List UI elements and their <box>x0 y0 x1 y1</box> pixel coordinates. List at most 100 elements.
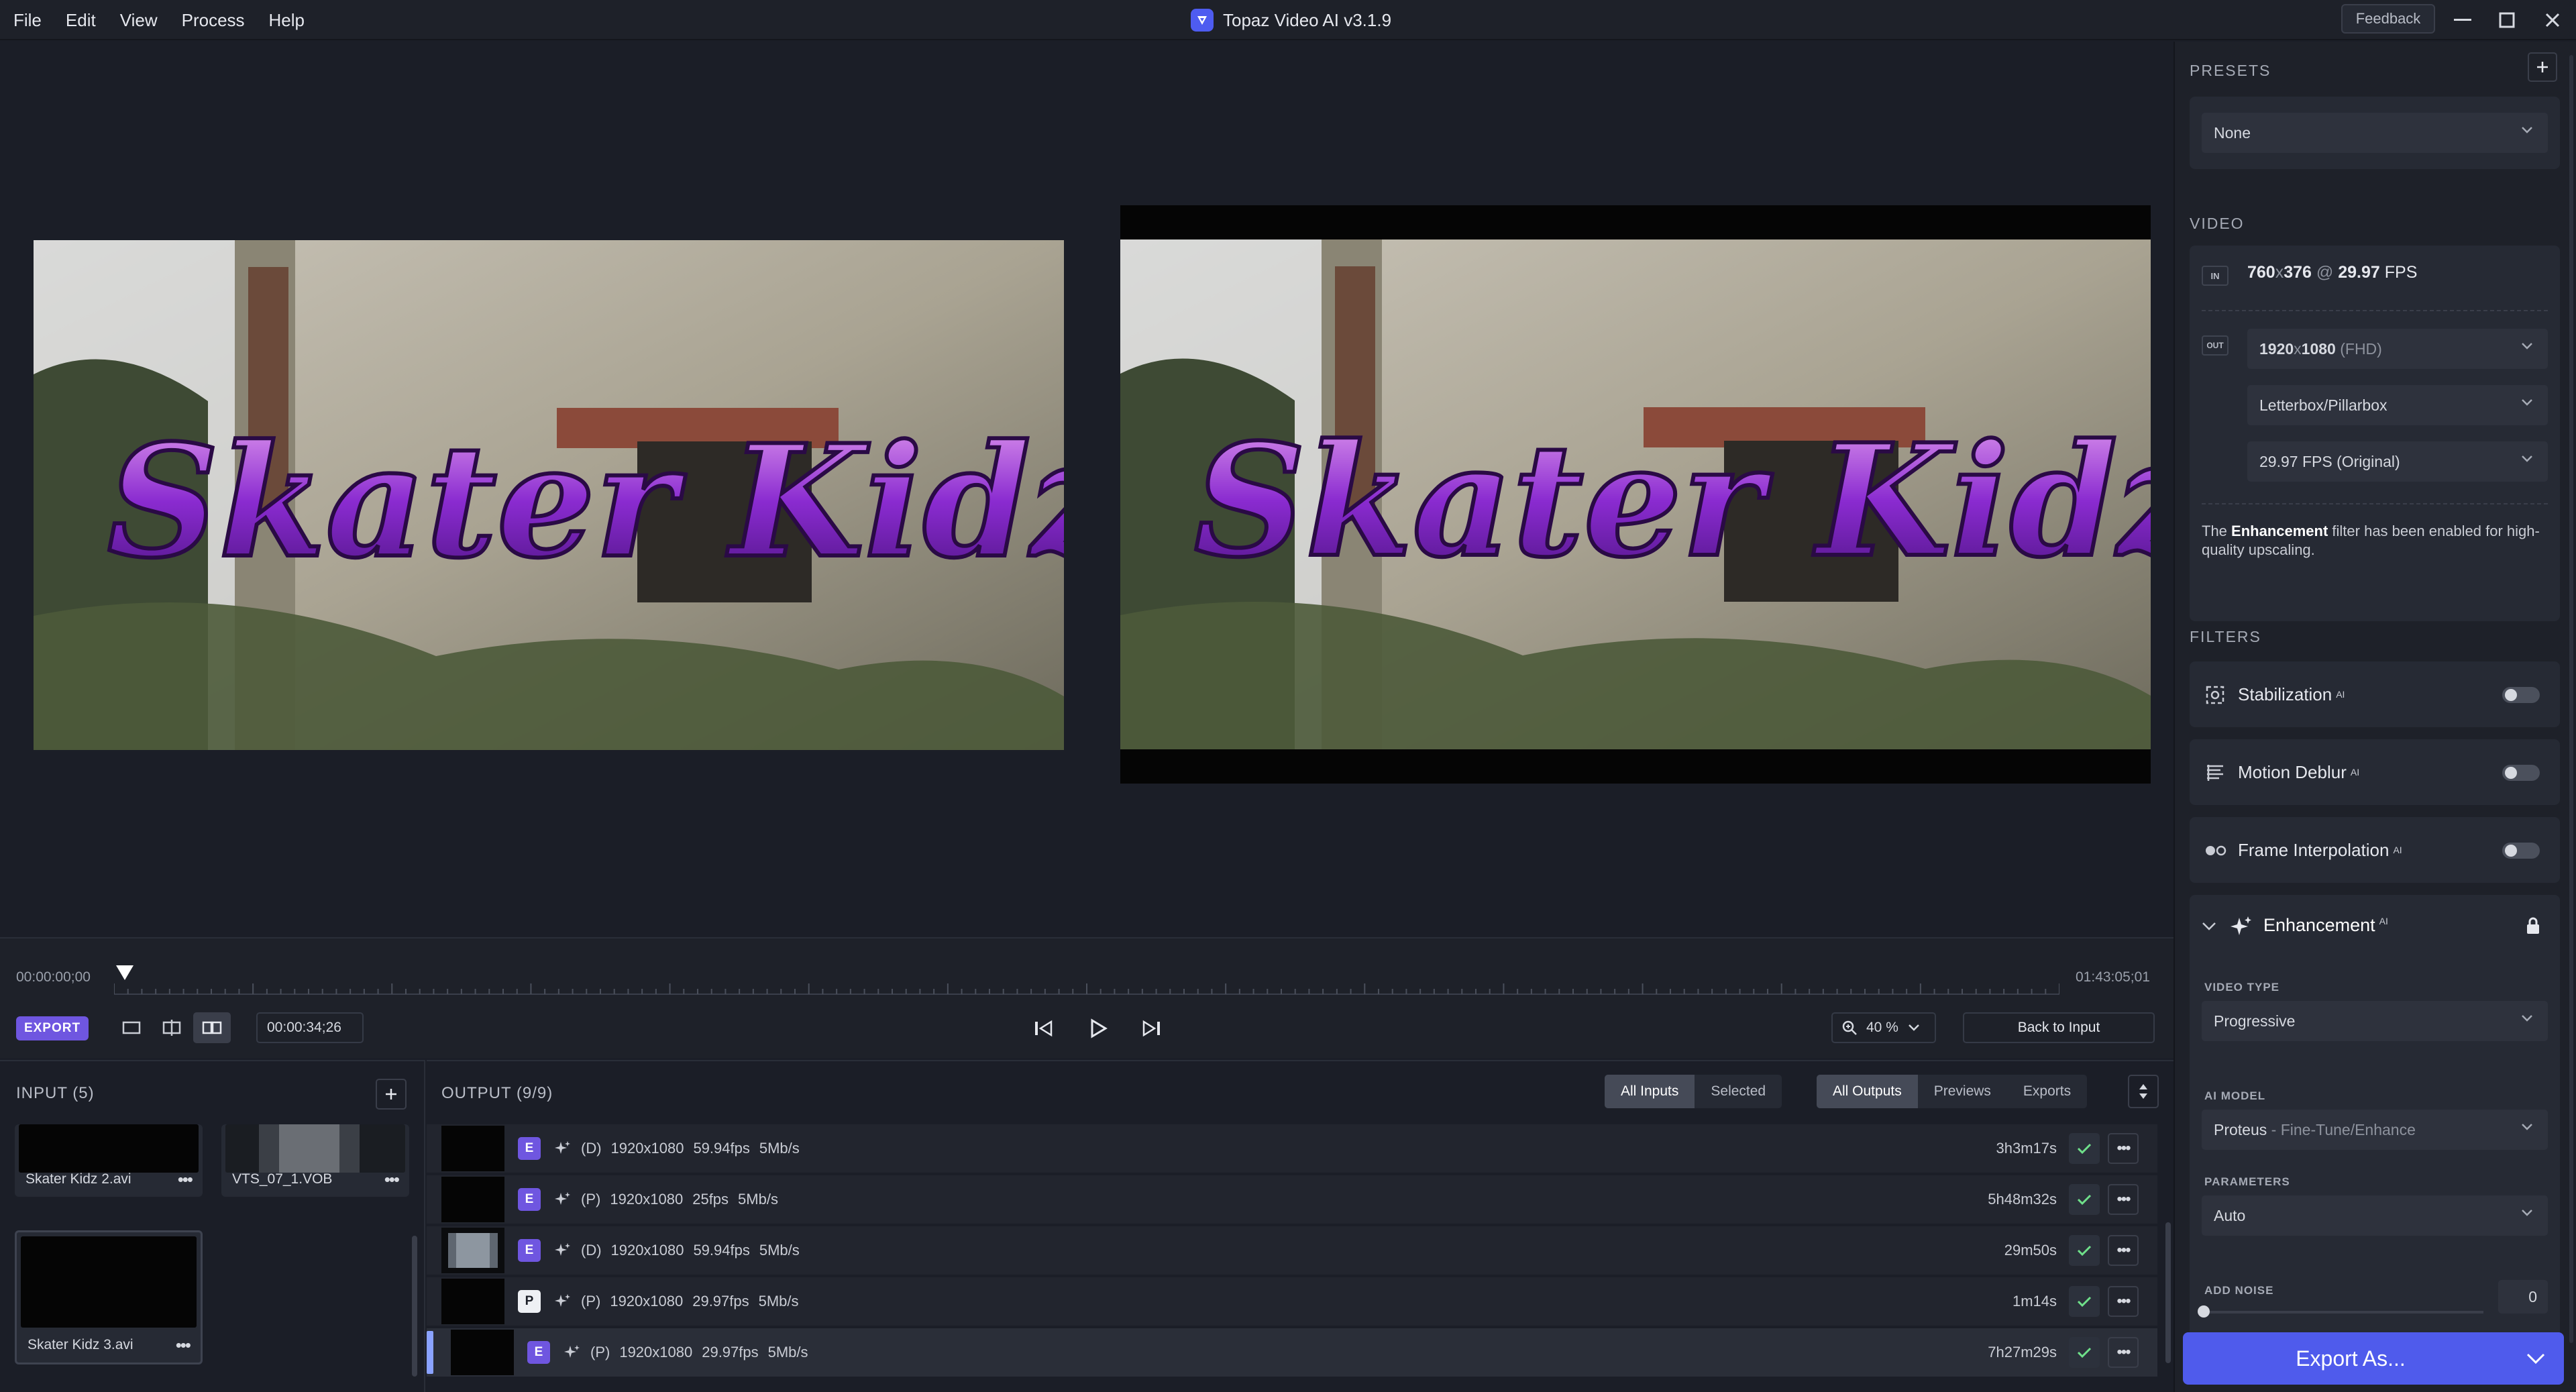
zoom-select[interactable]: 40 % <box>1831 1012 1936 1043</box>
check-icon[interactable] <box>2069 1133 2100 1164</box>
input-item[interactable]: Skater Kidz 2.avi ••• <box>15 1124 203 1197</box>
input-item-selected[interactable]: Skater Kidz 3.avi ••• <box>15 1230 203 1364</box>
output-fps: 29.97fps <box>702 1344 759 1360</box>
filter-motion-deblur[interactable]: Motion Deblur AI <box>2190 739 2560 805</box>
filter-exports[interactable]: Exports <box>2007 1075 2087 1108</box>
filter-selected[interactable]: Selected <box>1695 1075 1782 1108</box>
frame-rate-select[interactable]: 29.97 FPS (Original) <box>2247 441 2548 482</box>
chevron-down-icon[interactable] <box>2202 922 2216 931</box>
lock-icon[interactable] <box>2525 916 2541 935</box>
parameters-select[interactable]: Auto <box>2202 1195 2548 1236</box>
minimize-icon[interactable] <box>2446 5 2479 35</box>
output-bitrate: 5Mb/s <box>758 1293 799 1309</box>
more-options-icon[interactable]: ••• <box>2108 1184 2139 1215</box>
filters-title: FILTERS <box>2190 628 2261 645</box>
settings-panel: PRESETS None VIDEO IN 760x376 @ 29.97 FP… <box>2174 42 2576 1392</box>
check-icon[interactable] <box>2069 1235 2100 1266</box>
output-row[interactable]: E (P) 1920x1080 25fps 5Mb/s 5h48m32s ••• <box>427 1175 2157 1224</box>
split-view-icon[interactable] <box>153 1012 191 1043</box>
output-thumbnail <box>451 1330 514 1375</box>
enhancement-card: Enhancement AI VIDEO TYPE Progressive AI … <box>2190 895 2560 1338</box>
menu-help[interactable]: Help <box>269 10 305 31</box>
ai-model-select[interactable]: Proteus - Fine-Tune/Enhance <box>2202 1110 2548 1150</box>
crop-mode-select[interactable]: Letterbox/Pillarbox <box>2247 385 2548 425</box>
more-options-icon[interactable]: ••• <box>384 1169 400 1190</box>
in-tag: IN <box>2202 266 2229 286</box>
output-resolution: 1920x1080 <box>619 1344 693 1360</box>
step-forward-icon[interactable] <box>1134 1011 1169 1046</box>
frame-interpolation-toggle[interactable] <box>2502 843 2540 859</box>
more-options-icon[interactable]: ••• <box>2108 1286 2139 1317</box>
output-scrollbar[interactable] <box>2165 1222 2171 1363</box>
input-scrollbar[interactable] <box>412 1236 417 1377</box>
single-view-icon[interactable] <box>113 1012 150 1043</box>
filter-previews[interactable]: Previews <box>1918 1075 2007 1108</box>
close-icon[interactable] <box>2536 5 2569 35</box>
add-noise-slider[interactable] <box>2202 1311 2483 1314</box>
output-row[interactable]: P (P) 1920x1080 29.97fps 5Mb/s 1m14s ••• <box>427 1277 2157 1326</box>
current-timecode[interactable]: 00:00:34;26 <box>256 1012 364 1043</box>
sort-button[interactable] <box>2128 1075 2159 1108</box>
input-panel: INPUT (5) Skater Kidz 2.avi ••• VTS_07_1… <box>0 1060 425 1392</box>
more-options-icon[interactable]: ••• <box>2108 1235 2139 1266</box>
menu-view[interactable]: View <box>120 10 158 31</box>
plus-icon <box>386 1089 396 1100</box>
output-duration: 7h27m29s <box>1988 1344 2057 1360</box>
output-row[interactable]: E (P) 1920x1080 29.97fps 5Mb/s 7h27m29s ••• <box>427 1328 2157 1377</box>
menu-process[interactable]: Process <box>182 10 245 31</box>
output-resolution: 1920x1080 <box>610 1293 684 1309</box>
video-type-label: VIDEO TYPE <box>2204 981 2280 994</box>
more-options-icon[interactable]: ••• <box>2108 1337 2139 1368</box>
export-as-button[interactable]: Export As... <box>2183 1332 2564 1385</box>
check-icon[interactable] <box>2069 1337 2100 1368</box>
output-row-info: (P) 1920x1080 25fps 5Mb/s <box>554 1175 778 1224</box>
output-row[interactable]: E (D) 1920x1080 59.94fps 5Mb/s 29m50s ••• <box>427 1226 2157 1275</box>
output-preview-frame[interactable]: Skater Kidz 3 <box>1120 205 2151 784</box>
filter-all-outputs[interactable]: All Outputs <box>1817 1075 1918 1108</box>
output-fps: 29.97fps <box>692 1293 749 1309</box>
add-input-button[interactable] <box>376 1079 407 1110</box>
check-icon[interactable] <box>2069 1184 2100 1215</box>
ai-model-label: AI MODEL <box>2204 1089 2266 1102</box>
input-item[interactable]: VTS_07_1.VOB ••• <box>221 1124 409 1197</box>
preset-select[interactable]: None <box>2202 113 2548 153</box>
output-row[interactable]: E (D) 1920x1080 59.94fps 5Mb/s 3h3m17s ••• <box>427 1124 2157 1173</box>
add-noise-slider-handle[interactable] <box>2198 1305 2210 1318</box>
export-button[interactable]: EXPORT <box>16 1016 89 1040</box>
menu-file[interactable]: File <box>13 10 42 31</box>
input-preview-frame[interactable]: Skater Kidz 3 <box>34 240 1064 750</box>
timeline-scrubber[interactable] <box>114 982 2059 996</box>
chevron-down-icon <box>2522 399 2532 406</box>
more-options-icon[interactable]: ••• <box>178 1169 193 1190</box>
add-preset-button[interactable] <box>2528 52 2557 82</box>
settings-scrollbar[interactable] <box>2569 55 2573 1343</box>
side-by-side-view-icon[interactable] <box>193 1012 231 1043</box>
motion-deblur-toggle[interactable] <box>2502 765 2540 781</box>
play-icon[interactable] <box>1080 1011 1115 1046</box>
output-title-art: Skater Kidz 3 <box>1194 411 2151 592</box>
filter-stabilization[interactable]: Stabilization AI <box>2190 661 2560 727</box>
maximize-icon[interactable] <box>2490 5 2524 35</box>
playback-controls: EXPORT 00:00:34;26 40 % Back to Input <box>0 1007 2174 1047</box>
input-title-art: Skater Kidz 3 <box>107 411 1064 592</box>
more-options-icon[interactable]: ••• <box>2108 1133 2139 1164</box>
chevron-down-icon[interactable] <box>2526 1352 2545 1364</box>
filter-frame-interpolation[interactable]: Frame Interpolation AI <box>2190 817 2560 883</box>
output-resolution-select[interactable]: 1920x1080 (FHD) <box>2247 329 2548 369</box>
output-row-info: (D) 1920x1080 59.94fps 5Mb/s <box>554 1226 800 1275</box>
playhead-icon[interactable] <box>115 963 135 983</box>
add-noise-value[interactable]: 0 <box>2498 1280 2548 1314</box>
preview-area: Skater Kidz 3 <box>0 42 2174 937</box>
motion-deblur-icon <box>2207 765 2223 781</box>
stabilization-toggle[interactable] <box>2502 687 2540 703</box>
more-options-icon[interactable]: ••• <box>176 1335 191 1356</box>
check-icon[interactable] <box>2069 1286 2100 1317</box>
feedback-button[interactable]: Feedback <box>2341 4 2435 34</box>
step-back-icon[interactable] <box>1026 1011 1061 1046</box>
menu-edit[interactable]: Edit <box>66 10 96 31</box>
filter-all-inputs[interactable]: All Inputs <box>1605 1075 1695 1108</box>
output-duration: 5h48m32s <box>1988 1191 2057 1208</box>
back-to-input-button[interactable]: Back to Input <box>1963 1012 2155 1043</box>
output-mode: (D) <box>581 1242 602 1259</box>
video-type-select[interactable]: Progressive <box>2202 1001 2548 1041</box>
